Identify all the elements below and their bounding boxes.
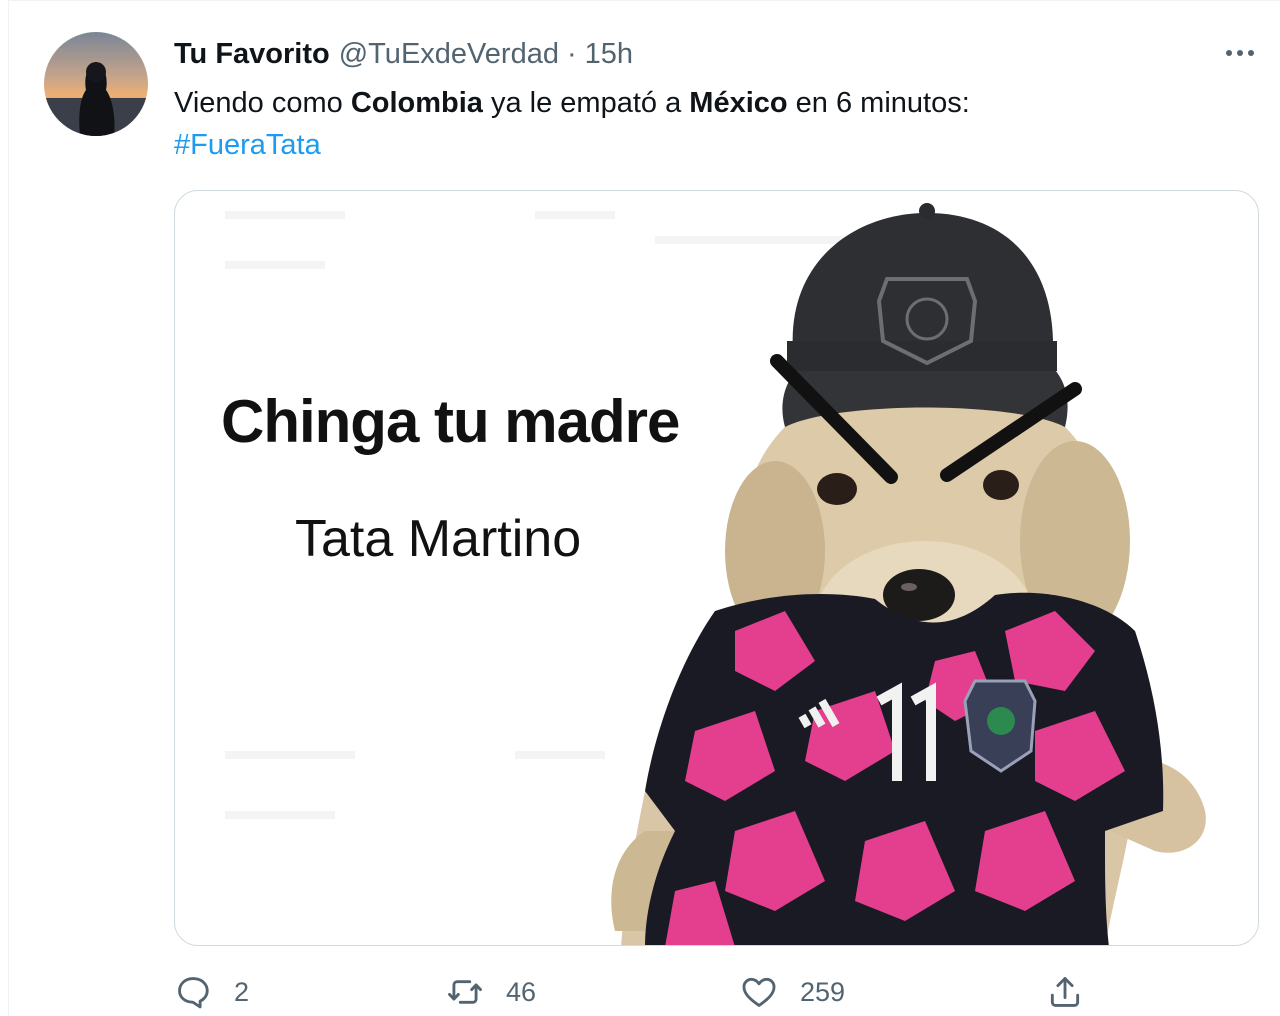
tweet-timestamp[interactable]: 15h [585,38,633,71]
tweet-text-bold-mexico: México [689,87,788,119]
more-dot [1237,50,1243,56]
more-dot [1248,50,1254,56]
author-handle[interactable]: @TuExdeVerdad [339,38,559,71]
meme-title-text: Chinga tu madre [221,388,680,455]
more-icon[interactable] [1218,40,1262,66]
retweet-icon [448,980,482,1004]
reply-icon [178,977,209,1009]
more-dot [1226,50,1232,56]
tweet-text: Viendo como Colombia ya le empató a Méxi… [174,82,970,124]
tweet-header: Tu Favorito @TuExdeVerdad · 15h [174,34,633,74]
avatar-image [44,32,148,136]
tweet[interactable]: Tu Favorito @TuExdeVerdad · 15h Viendo c… [0,0,1280,1016]
reply-button[interactable]: 2 [174,968,249,1016]
header-separator: · [566,37,577,70]
tweet-text-bold-colombia: Colombia [350,87,483,119]
tweet-text-part: en 6 minutos: [787,87,970,119]
timeline-border-top [8,0,1280,1]
meme-subtitle-text: Tata Martino [295,510,582,568]
avatar[interactable] [44,32,148,136]
heart-icon [742,977,776,1007]
timeline-border-left [8,0,9,1016]
like-button[interactable]: 259 [740,968,845,1016]
like-count: 259 [800,976,846,1007]
tweet-text-part: Viendo como [174,87,351,119]
tweet-actions: 2 46 259 [0,968,1280,1016]
retweet-count: 46 [506,976,537,1007]
share-button[interactable] [1046,968,1084,1016]
hashtag-link[interactable]: #FueraTata [174,124,321,166]
author-name[interactable]: Tu Favorito [174,38,330,71]
tweet-media[interactable]: Chinga tu madre Tata Martino [174,190,1259,946]
share-icon [1050,977,1080,1007]
tweet-text-part: ya le empató a [482,87,690,119]
reply-count: 2 [234,976,250,1007]
retweet-button[interactable]: 46 [446,968,536,1016]
